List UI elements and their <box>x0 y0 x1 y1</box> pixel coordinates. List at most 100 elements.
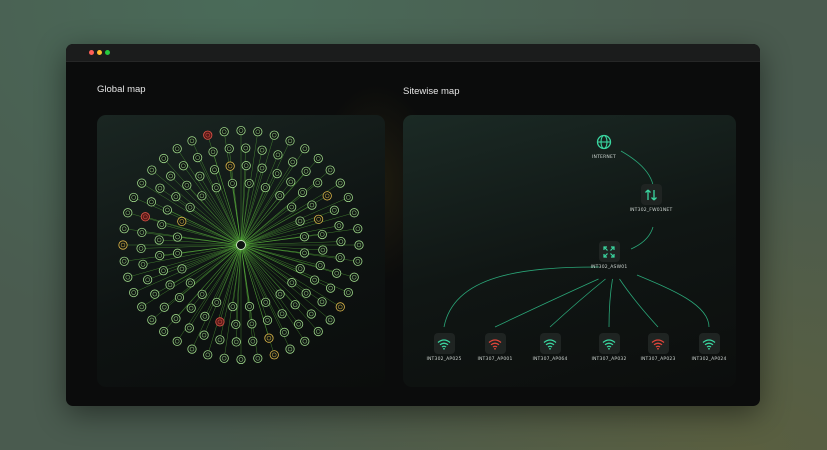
maximize-button[interactable] <box>105 50 110 55</box>
graph-node[interactable] <box>317 229 327 240</box>
graph-node[interactable] <box>343 192 353 203</box>
graph-node[interactable] <box>285 344 295 354</box>
graph-node[interactable] <box>182 180 192 190</box>
graph-node[interactable] <box>241 143 251 153</box>
graph-node[interactable] <box>231 319 241 329</box>
graph-node[interactable] <box>301 288 311 298</box>
graph-node[interactable] <box>317 297 327 307</box>
close-button[interactable] <box>89 50 94 55</box>
graph-node[interactable] <box>187 344 197 354</box>
graph-node[interactable] <box>225 161 235 171</box>
graph-node[interactable] <box>208 147 218 157</box>
graph-node[interactable] <box>195 171 205 181</box>
graph-node[interactable] <box>306 309 316 319</box>
graph-node[interactable] <box>264 333 274 343</box>
graph-node[interactable] <box>197 289 207 299</box>
graph-node[interactable] <box>231 337 241 347</box>
graph-node[interactable] <box>187 136 197 146</box>
graph-node[interactable] <box>184 323 194 333</box>
graph-node[interactable] <box>336 236 346 247</box>
graph-node[interactable] <box>143 275 153 285</box>
sitewise-map-panel[interactable]: INTERNET INT302_FW01NET INT302_ASW01 INT… <box>403 115 736 387</box>
graph-node[interactable] <box>261 297 271 307</box>
graph-node[interactable] <box>193 153 203 163</box>
graph-node[interactable] <box>137 227 147 238</box>
graph-node[interactable] <box>313 326 323 337</box>
graph-node[interactable] <box>155 250 165 261</box>
graph-node[interactable] <box>165 280 175 290</box>
graph-node[interactable] <box>178 161 188 171</box>
graph-node[interactable] <box>248 336 258 346</box>
graph-node[interactable] <box>247 319 257 329</box>
graph-node[interactable] <box>171 192 181 202</box>
graph-node[interactable] <box>197 191 207 201</box>
graph-node[interactable] <box>203 130 213 140</box>
access-point-node[interactable]: INT302_AP024 <box>669 333 736 362</box>
graph-node[interactable] <box>349 208 359 218</box>
graph-node[interactable] <box>186 303 196 313</box>
graph-node[interactable] <box>203 350 213 360</box>
graph-node[interactable] <box>185 278 195 288</box>
graph-node[interactable] <box>299 232 310 242</box>
graph-node[interactable] <box>290 300 300 310</box>
graph-node[interactable] <box>343 287 353 298</box>
graph-node[interactable] <box>129 287 139 298</box>
graph-node[interactable] <box>353 224 363 234</box>
graph-node[interactable] <box>307 200 317 210</box>
graph-node[interactable] <box>315 260 325 271</box>
graph-node[interactable] <box>172 248 183 258</box>
graph-node[interactable] <box>334 221 344 231</box>
graph-node[interactable] <box>241 161 251 171</box>
graph-node[interactable] <box>244 301 255 312</box>
graph-node[interactable] <box>174 292 185 303</box>
graph-node[interactable] <box>349 272 359 282</box>
graph-hub-node[interactable] <box>236 240 246 250</box>
graph-node[interactable] <box>136 243 146 254</box>
internet-node[interactable]: INTERNET <box>564 131 644 160</box>
graph-node[interactable] <box>313 178 323 188</box>
global-map-graph[interactable] <box>97 115 385 387</box>
graph-node[interactable] <box>300 336 310 346</box>
graph-node[interactable] <box>200 311 210 322</box>
graph-node[interactable] <box>313 153 323 164</box>
graph-node[interactable] <box>137 178 147 188</box>
graph-node[interactable] <box>119 256 129 266</box>
graph-node[interactable] <box>147 165 157 175</box>
graph-node[interactable] <box>288 157 298 167</box>
graph-node[interactable] <box>159 326 169 337</box>
graph-node[interactable] <box>147 315 157 325</box>
graph-node[interactable] <box>269 350 279 360</box>
graph-node[interactable] <box>325 315 335 325</box>
graph-node[interactable] <box>273 150 283 160</box>
firewall-node[interactable]: INT302_FW01NET <box>611 184 691 213</box>
graph-node[interactable] <box>146 197 157 207</box>
graph-node[interactable] <box>236 125 246 136</box>
graph-node[interactable] <box>215 335 225 345</box>
graph-node[interactable] <box>155 183 165 193</box>
graph-node[interactable] <box>295 216 305 226</box>
graph-node[interactable] <box>244 178 254 189</box>
graph-node[interactable] <box>159 302 169 312</box>
graph-node[interactable] <box>123 272 133 282</box>
graph-node[interactable] <box>257 163 267 173</box>
graph-node[interactable] <box>150 289 160 299</box>
graph-node[interactable] <box>219 353 229 363</box>
graph-node[interactable] <box>287 278 297 288</box>
graph-node[interactable] <box>172 336 182 346</box>
graph-node[interactable] <box>335 178 345 188</box>
graph-node[interactable] <box>318 245 328 255</box>
graph-node[interactable] <box>140 212 150 222</box>
graph-node[interactable] <box>199 330 209 340</box>
graph-node[interactable] <box>119 224 129 234</box>
graph-node[interactable] <box>299 248 310 258</box>
graph-node[interactable] <box>209 165 220 175</box>
graph-node[interactable] <box>310 275 320 285</box>
graph-node[interactable] <box>224 144 234 154</box>
graph-node[interactable] <box>118 240 128 250</box>
graph-node[interactable] <box>159 153 169 164</box>
graph-node[interactable] <box>269 130 279 140</box>
graph-node[interactable] <box>329 205 339 215</box>
graph-node[interactable] <box>314 214 324 224</box>
graph-node[interactable] <box>236 354 246 365</box>
graph-node[interactable] <box>335 252 345 263</box>
